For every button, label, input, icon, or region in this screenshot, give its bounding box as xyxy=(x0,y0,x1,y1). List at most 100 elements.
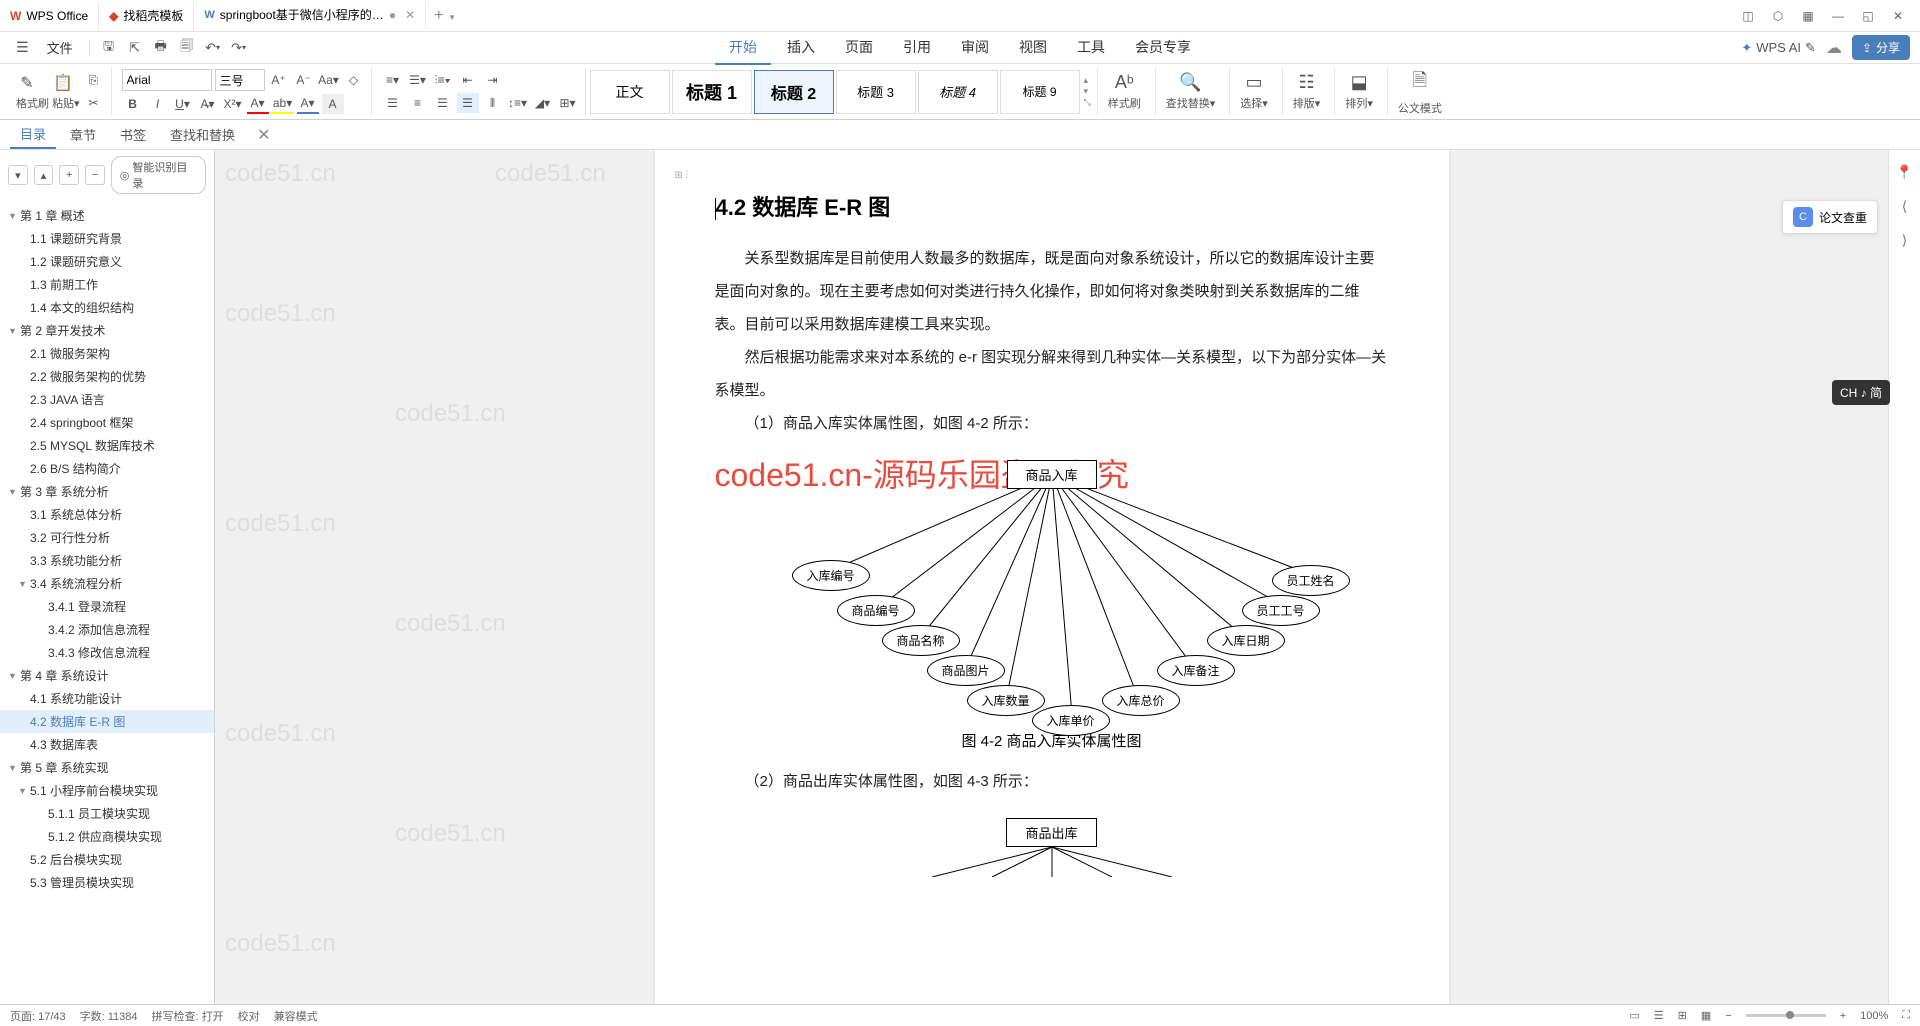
nav-tab-toc[interactable]: 目录 xyxy=(10,120,56,149)
distribute-icon[interactable]: ⫴ xyxy=(482,93,504,113)
outline-item[interactable]: 1.4 本文的组织结构 xyxy=(0,296,214,319)
status-mode[interactable]: 兼容模式 xyxy=(274,1008,318,1024)
outline-add-icon[interactable]: + xyxy=(59,165,79,185)
style-heading3[interactable]: 标题 3 xyxy=(836,70,916,114)
outline-item[interactable]: ▼第 3 章 系统分析 xyxy=(0,480,214,503)
outline-item[interactable]: 5.3 管理员模块实现 xyxy=(0,871,214,894)
file-menu[interactable]: 文件 xyxy=(39,38,81,57)
outline-item[interactable]: 4.3 数据库表 xyxy=(0,733,214,756)
underline-icon[interactable]: U▾ xyxy=(172,94,194,114)
paste-icon[interactable]: 📋 xyxy=(52,73,74,93)
style-scroll-up-icon[interactable]: ▴ xyxy=(1084,75,1091,86)
outline-item[interactable]: 3.4.1 登录流程 xyxy=(0,595,214,618)
bullet-list-icon[interactable]: ≡▾ xyxy=(382,70,404,90)
style-scroll-down-icon[interactable]: ▾ xyxy=(1084,86,1091,97)
fullscreen-icon[interactable]: ⛶ xyxy=(1902,1009,1910,1022)
window-cube-icon[interactable]: ⬡ xyxy=(1764,2,1792,30)
outline-item[interactable]: 3.4.3 修改信息流程 xyxy=(0,641,214,664)
outline-item[interactable]: 2.3 JAVA 语言 xyxy=(0,388,214,411)
wps-ai-button[interactable]: ✦ WPS AI ✎ xyxy=(1741,40,1816,56)
text-effect-icon[interactable]: A▾ xyxy=(297,94,319,114)
outline-level-dropdown[interactable]: ▾ xyxy=(8,165,28,185)
status-proof[interactable]: 校对 xyxy=(238,1008,260,1024)
borders-icon[interactable]: ⊞▾ xyxy=(557,93,579,113)
zoom-in-icon[interactable]: + xyxy=(1840,1010,1846,1022)
new-tab-button[interactable]: + ▾ xyxy=(426,7,462,25)
outline-item[interactable]: 3.2 可行性分析 xyxy=(0,526,214,549)
tree-arrow-icon[interactable]: ▼ xyxy=(18,786,30,796)
outline-item[interactable]: 1.1 课题研究背景 xyxy=(0,227,214,250)
italic-icon[interactable]: I xyxy=(147,94,169,114)
window-skin-icon[interactable]: ▦ xyxy=(1794,2,1822,30)
close-button[interactable]: ✕ xyxy=(1884,2,1912,30)
cloud-icon[interactable]: ☁ xyxy=(1826,38,1842,58)
decrease-indent-icon[interactable]: ⇤ xyxy=(457,70,479,90)
nav-tab-bookmark[interactable]: 书签 xyxy=(110,121,156,148)
number-list-icon[interactable]: ☰▾ xyxy=(407,70,429,90)
outline-item[interactable]: 5.1.2 供应商模块实现 xyxy=(0,825,214,848)
document-canvas[interactable]: code51.cn code51.cn code51.cn code51.cn … xyxy=(215,150,1888,1004)
shading-icon[interactable]: ◢▾ xyxy=(532,93,554,113)
outline-item[interactable]: ▼5.1 小程序前台模块实现 xyxy=(0,779,214,802)
tab-member[interactable]: 会员专享 xyxy=(1121,31,1205,65)
outline-item[interactable]: 2.4 springboot 框架 xyxy=(0,411,214,434)
decrease-font-icon[interactable]: A⁻ xyxy=(293,70,315,90)
status-spell[interactable]: 拼写检查: 打开 xyxy=(152,1008,224,1024)
align-justify-icon[interactable]: ☰ xyxy=(457,93,479,113)
outline-item[interactable]: ▼第 1 章 概述 xyxy=(0,204,214,227)
style-heading1[interactable]: 标题 1 xyxy=(672,70,752,114)
outline-item[interactable]: 5.2 后台模块实现 xyxy=(0,848,214,871)
save-icon[interactable]: 🖫 xyxy=(98,37,120,59)
tree-arrow-icon[interactable]: ▼ xyxy=(8,763,20,773)
outline-move-up-icon[interactable]: ▴ xyxy=(34,165,54,185)
ribbon-find-replace[interactable]: 🔍 查找替换▾ xyxy=(1155,68,1226,116)
outline-remove-icon[interactable]: − xyxy=(85,165,105,185)
ribbon-select[interactable]: ▭ 选择▾ xyxy=(1229,68,1278,116)
style-heading4[interactable]: 标题 4 xyxy=(918,70,998,114)
outline-item[interactable]: 3.3 系统功能分析 xyxy=(0,549,214,572)
zoom-slider[interactable] xyxy=(1746,1014,1826,1017)
highlight-icon[interactable]: ab▾ xyxy=(272,94,294,114)
undo-icon[interactable]: ↶▾ xyxy=(202,37,224,59)
view-web-icon[interactable]: ⊞ xyxy=(1678,1009,1687,1022)
cut-icon[interactable]: ✂ xyxy=(83,93,105,113)
rail-expand-icon[interactable]: ⟩ xyxy=(1893,228,1917,252)
style-heading9[interactable]: 标题 9 xyxy=(1000,70,1080,114)
outline-item[interactable]: 2.1 微服务架构 xyxy=(0,342,214,365)
minimize-button[interactable]: — xyxy=(1824,2,1852,30)
outline-item[interactable]: ▼3.4 系统流程分析 xyxy=(0,572,214,595)
increase-indent-icon[interactable]: ⇥ xyxy=(482,70,504,90)
style-expand-icon[interactable]: ⤡ xyxy=(1084,97,1091,108)
print-icon[interactable]: 🖶 xyxy=(150,37,172,59)
redo-icon[interactable]: ↷▾ xyxy=(228,37,250,59)
outline-item[interactable]: 5.1.1 员工模块实现 xyxy=(0,802,214,825)
tree-arrow-icon[interactable]: ▼ xyxy=(8,487,20,497)
align-right-icon[interactable]: ☰ xyxy=(432,93,454,113)
tab-wps-office[interactable]: W WPS Office xyxy=(0,2,99,30)
smart-toc-button[interactable]: ◎ 智能识别目录 xyxy=(111,156,206,194)
copy-icon[interactable]: ⎘ xyxy=(83,71,105,91)
window-panel-icon[interactable]: ◫ xyxy=(1734,2,1762,30)
outline-item[interactable]: 3.4.2 添加信息流程 xyxy=(0,618,214,641)
maximize-button[interactable]: ◱ xyxy=(1854,2,1882,30)
outline-item[interactable]: 1.3 前期工作 xyxy=(0,273,214,296)
tab-tools[interactable]: 工具 xyxy=(1063,31,1119,65)
tree-arrow-icon[interactable]: ▼ xyxy=(8,326,20,336)
superscript-icon[interactable]: X²▾ xyxy=(222,94,244,114)
tab-reference[interactable]: 引用 xyxy=(889,31,945,65)
share-button[interactable]: ⇪ 分享 xyxy=(1852,35,1910,60)
outline-item[interactable]: 2.2 微服务架构的优势 xyxy=(0,365,214,388)
line-spacing-icon[interactable]: ↕≡▾ xyxy=(507,93,529,113)
paper-check-panel[interactable]: C 论文查重 xyxy=(1782,200,1878,234)
rail-marker-icon[interactable]: 📍 xyxy=(1893,160,1917,184)
zoom-level[interactable]: 100% xyxy=(1860,1010,1888,1022)
nav-close-icon[interactable]: ✕ xyxy=(257,125,270,145)
ime-indicator[interactable]: CH ♪ 简 xyxy=(1832,380,1890,405)
format-brush-icon[interactable]: ✎ xyxy=(16,73,38,93)
tab-insert[interactable]: 插入 xyxy=(773,31,829,65)
export-icon[interactable]: ⇱ xyxy=(124,37,146,59)
outline-item[interactable]: ▼第 2 章开发技术 xyxy=(0,319,214,342)
ribbon-arrange[interactable]: ⬓ 排列▾ xyxy=(1334,68,1383,116)
tab-view[interactable]: 视图 xyxy=(1005,31,1061,65)
nav-tab-find[interactable]: 查找和替换 xyxy=(160,121,245,148)
